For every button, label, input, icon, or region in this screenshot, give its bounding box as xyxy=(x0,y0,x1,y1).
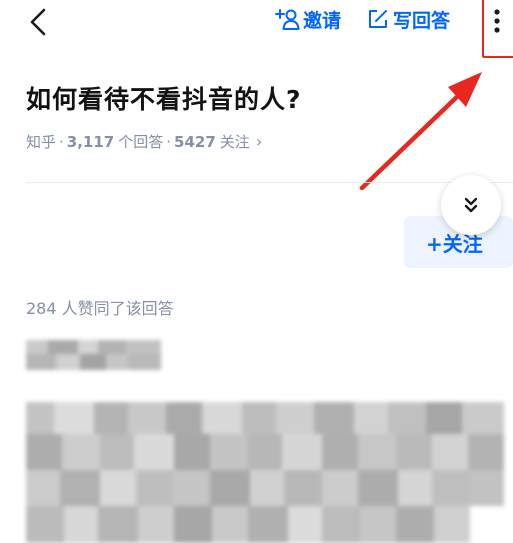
write-answer-button[interactable]: 写回答 xyxy=(368,6,450,32)
follow-count-label: 关注 xyxy=(219,133,250,151)
answer-count-label: 个回答 xyxy=(118,133,164,151)
edit-icon xyxy=(369,10,387,28)
follow-count: 5427 xyxy=(174,132,216,151)
collapse-button[interactable] xyxy=(441,175,501,235)
divider xyxy=(26,182,513,183)
question-source: 知乎 xyxy=(26,133,57,151)
chevron-right-icon: › xyxy=(255,132,263,151)
annotation-highlight-box xyxy=(482,0,513,58)
invite-label: 邀请 xyxy=(303,9,342,32)
answer-content-pixelated[interactable] xyxy=(26,402,504,543)
invite-button[interactable]: 邀请 xyxy=(274,6,341,32)
chevron-left-icon xyxy=(30,8,46,36)
answer-count: 3,117 xyxy=(66,132,115,151)
question-title[interactable]: 如何看待不看抖音的人? xyxy=(26,80,302,116)
question-meta[interactable]: 知乎 · 3,117 个回答 · 5427 关注 › xyxy=(26,131,262,152)
upvote-summary: 284 人赞同了该回答 xyxy=(26,299,174,318)
add-person-icon xyxy=(275,9,300,30)
double-chevron-down-icon xyxy=(464,197,478,213)
meta-separator: · xyxy=(166,132,172,151)
back-button[interactable] xyxy=(24,2,60,42)
write-answer-label: 写回答 xyxy=(393,9,451,32)
meta-separator: · xyxy=(59,132,64,151)
author-name-pixelated[interactable] xyxy=(26,340,161,370)
